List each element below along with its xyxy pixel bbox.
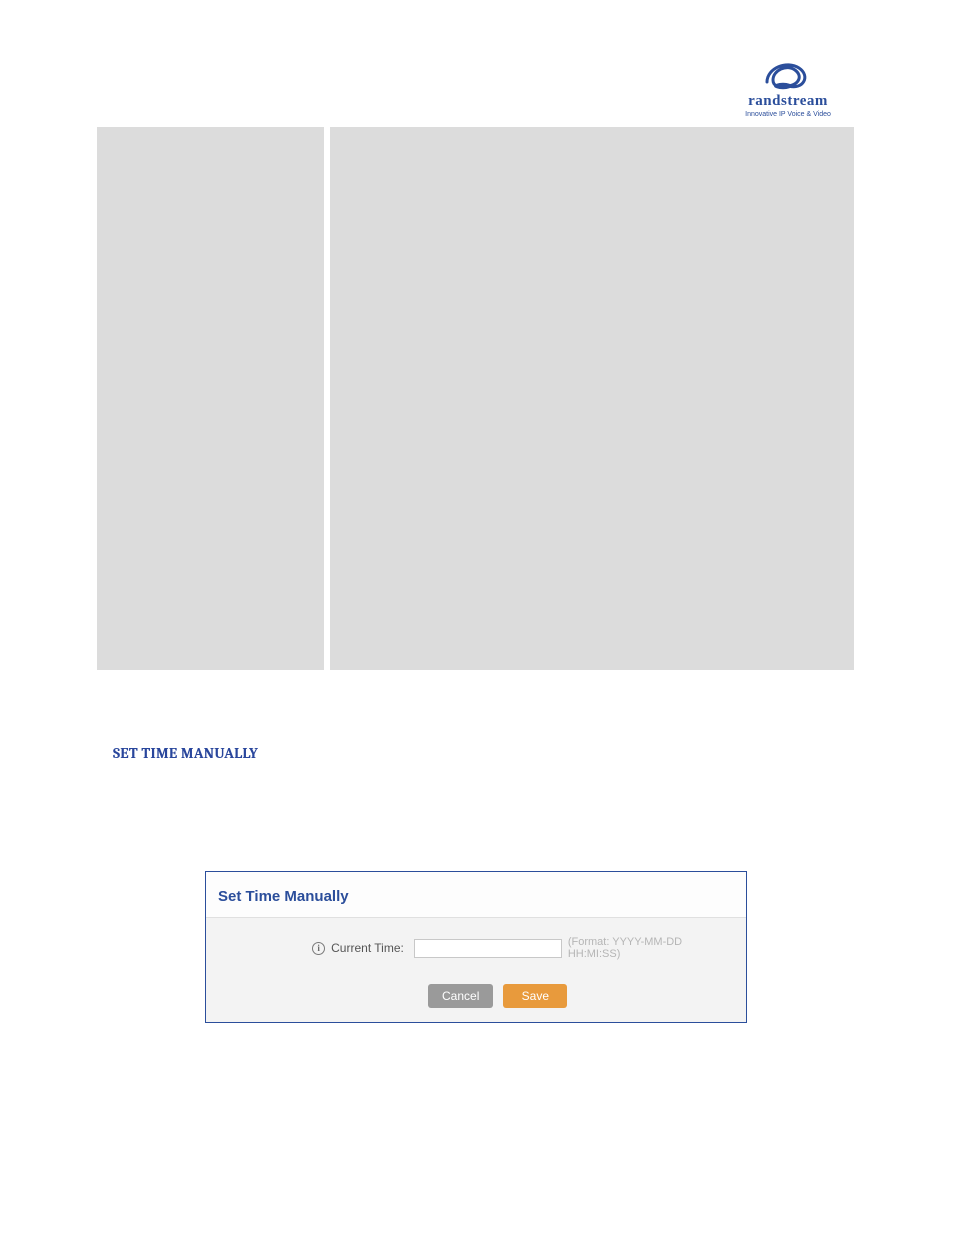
brand-name: randstream	[748, 93, 828, 110]
current-time-row: i Current Time: (Format: YYYY-MM-DD HH:M…	[218, 936, 734, 960]
button-row: Cancel Save	[218, 984, 734, 1008]
cancel-button[interactable]: Cancel	[428, 984, 493, 1008]
main-placeholder	[330, 127, 854, 670]
current-time-label: Current Time:	[331, 941, 404, 955]
brand-tagline: Innovative IP Voice & Video	[738, 111, 838, 118]
current-time-input[interactable]	[414, 939, 562, 958]
save-button[interactable]: Save	[503, 984, 567, 1008]
section-heading: SET TIME MANUALLY	[113, 744, 258, 762]
panel-body: i Current Time: (Format: YYYY-MM-DD HH:M…	[206, 918, 746, 1022]
info-icon[interactable]: i	[312, 942, 325, 955]
grandstream-logo-icon	[759, 58, 817, 92]
sidebar-placeholder	[97, 127, 324, 670]
label-cell: i Current Time:	[218, 941, 414, 955]
brand-logo: randstream Innovative IP Voice & Video	[738, 58, 838, 118]
panel-title: Set Time Manually	[206, 872, 746, 918]
input-cell: (Format: YYYY-MM-DD HH:MI:SS)	[414, 936, 734, 960]
content-area	[97, 127, 854, 670]
format-hint: (Format: YYYY-MM-DD HH:MI:SS)	[568, 936, 734, 960]
set-time-panel: Set Time Manually i Current Time: (Forma…	[205, 871, 747, 1023]
